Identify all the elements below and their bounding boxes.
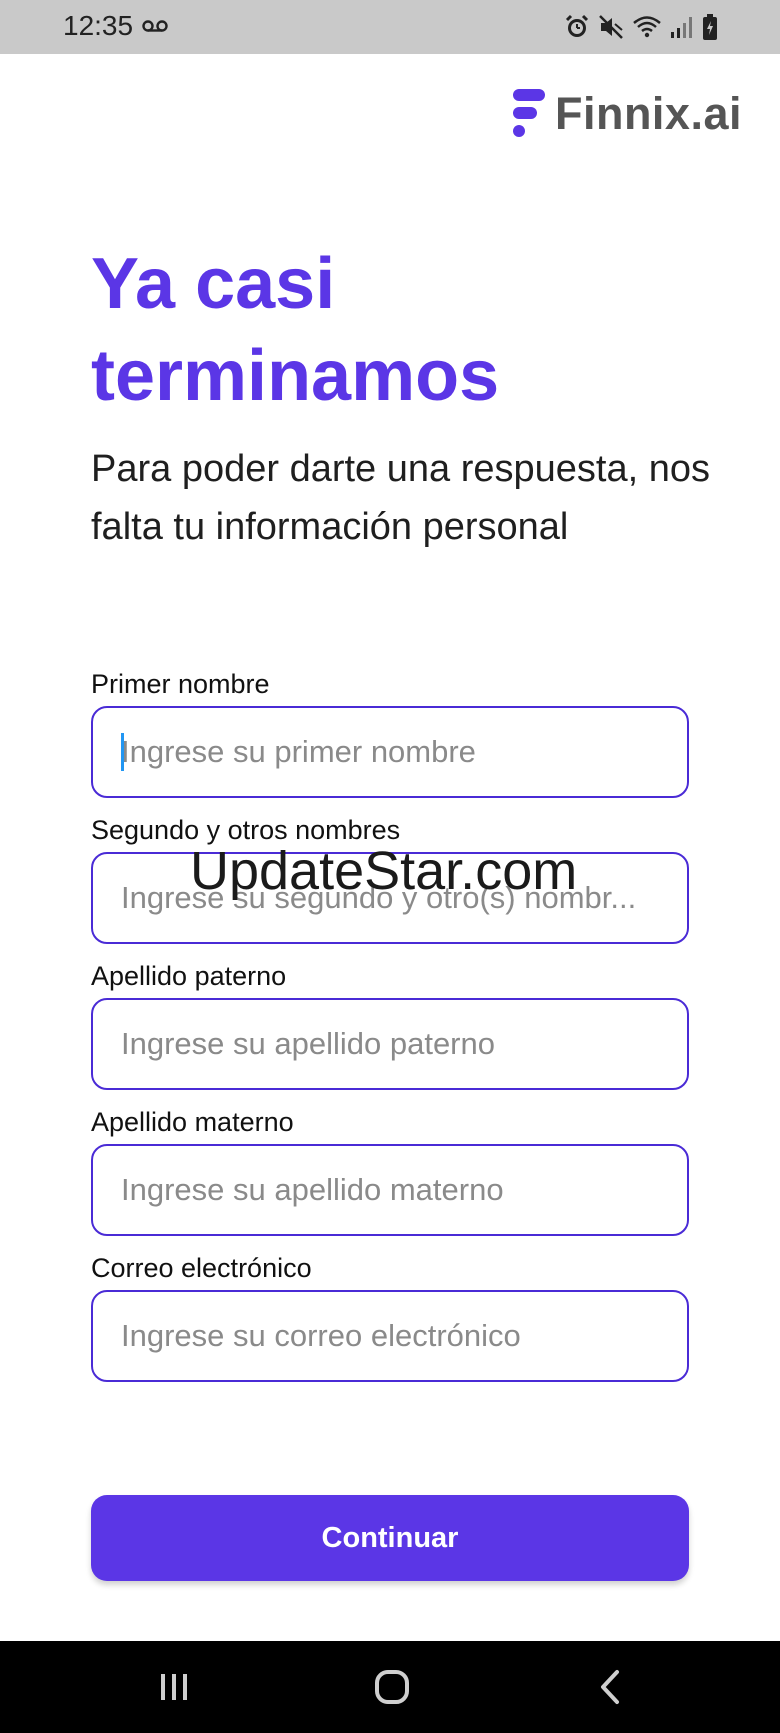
status-bar: 12:35 [0, 0, 780, 54]
paternal-surname-label: Apellido paterno [91, 961, 287, 991]
first-name-field: Primer nombre [91, 668, 689, 798]
mute-icon [598, 14, 624, 40]
first-name-label: Primer nombre [91, 669, 270, 699]
email-input[interactable] [91, 1290, 689, 1382]
battery-icon [702, 13, 718, 41]
finnix-logo-icon [512, 89, 545, 137]
middle-name-input[interactable] [91, 852, 689, 944]
voicemail-icon [142, 19, 168, 38]
navigation-bar [0, 1641, 780, 1733]
middle-name-field: Segundo y otros nombres [91, 814, 689, 944]
email-label: Correo electrónico [91, 1253, 312, 1283]
home-button[interactable] [362, 1665, 422, 1709]
status-time: 12:35 [63, 10, 134, 41]
alarm-icon [564, 14, 590, 40]
recent-apps-button[interactable] [144, 1665, 204, 1709]
middle-name-label: Segundo y otros nombres [91, 815, 401, 845]
paternal-surname-field: Apellido paterno [91, 960, 689, 1090]
signal-icon [670, 14, 694, 40]
page-title: Ya casi terminamos [91, 244, 500, 416]
first-name-input[interactable] [91, 706, 689, 798]
page-subtitle: Para poder darte una respuesta, nos falt… [91, 448, 710, 548]
continue-button[interactable]: Continuar [91, 1495, 689, 1581]
brand-logo: Finnix.ai [511, 88, 742, 140]
maternal-surname-label: Apellido materno [91, 1107, 294, 1137]
paternal-surname-input[interactable] [91, 998, 689, 1090]
home-icon [375, 1670, 409, 1704]
maternal-surname-field: Apellido materno [91, 1106, 689, 1236]
maternal-surname-input[interactable] [91, 1144, 689, 1236]
brand-name: Finnix.ai [554, 88, 742, 139]
back-button[interactable] [580, 1665, 640, 1709]
recent-apps-icon [161, 1674, 187, 1700]
email-field: Correo electrónico [91, 1252, 689, 1382]
text-caret [121, 733, 124, 771]
back-icon [601, 1670, 619, 1704]
wifi-icon [632, 14, 662, 40]
